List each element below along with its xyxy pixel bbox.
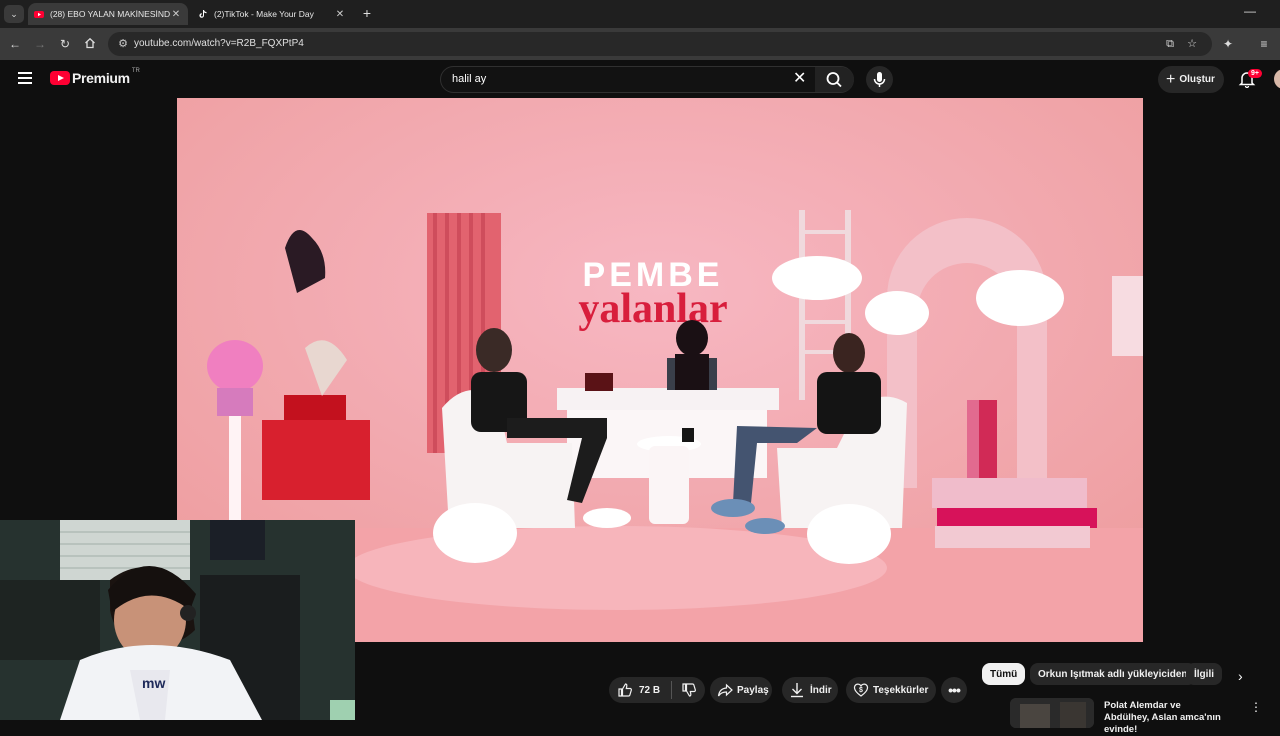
more-horizontal-icon: ••• [948,682,961,698]
share-label: Paylaş [737,684,769,696]
webcam-image: mw [0,520,355,720]
youtube-icon [34,11,44,18]
install-app-icon[interactable]: ⧉ [1163,37,1177,51]
forward-icon[interactable]: → [33,37,47,51]
minimize-window-icon[interactable]: — [1244,4,1256,18]
show-sign-bottom: yalanlar [578,286,727,332]
like-dislike-group: 72 B [609,677,705,703]
menu-icon[interactable] [18,72,32,84]
search-icon [826,72,842,88]
webcam-overlay: mw [0,520,355,720]
chevron-right-icon[interactable]: › [1238,668,1243,684]
download-label: İndir [810,684,832,696]
thanks-heart-icon: $ [853,683,869,697]
search-button[interactable] [815,67,854,92]
like-button[interactable]: 72 B [609,677,671,703]
url-text: youtube.com/watch?v=R2B_FQXPtP4 [134,38,304,49]
recommendation-title[interactable]: Polat Alemdar ve Abdülhey, Aslan amca'nı… [1104,700,1228,736]
extensions-icon[interactable]: ✦ [1221,37,1235,51]
thumbs-down-icon [681,683,696,697]
close-tab-icon[interactable]: ✕ [170,9,182,20]
tab-title: (2)TikTok - Make Your Day [214,9,314,19]
voice-search-button[interactable] [866,66,893,93]
search-box[interactable]: halil ay ✕ [440,66,854,93]
search-input[interactable]: halil ay [452,73,486,85]
close-tab-icon[interactable]: ✕ [334,9,346,20]
thumbs-up-icon [618,683,632,697]
chip-all[interactable]: Tümü [982,663,1026,685]
youtube-logo-icon [50,71,70,85]
address-bar[interactable]: ⚙ youtube.com/watch?v=R2B_FQXPtP4 ⧉ ☆ [108,32,1212,56]
create-label: Oluştur [1179,74,1215,85]
browser-menu-icon[interactable]: ≡ [1257,37,1271,51]
thanks-button[interactable]: $ Teşekkürler [846,677,936,703]
share-button[interactable]: Paylaş [710,677,772,703]
bookmark-star-icon[interactable]: ☆ [1185,37,1199,51]
share-icon [717,683,733,697]
browser-toolbar: ← → ↻ ⚙ youtube.com/watch?v=R2B_FQXPtP4 … [0,28,1280,60]
dislike-button[interactable] [672,677,705,703]
download-button[interactable]: İndir [782,677,838,703]
back-icon[interactable]: ← [8,37,22,51]
new-tab-button[interactable]: + [360,5,374,21]
avatar[interactable] [1274,69,1280,89]
tab-tiktok[interactable]: (2)TikTok - Make Your Day ✕ [192,3,352,25]
more-vertical-icon[interactable]: ⋮ [1250,700,1262,714]
clear-search-icon[interactable]: ✕ [793,71,806,87]
download-icon [791,683,803,698]
recommendation-thumbnail[interactable] [1010,698,1094,728]
tab-title: (28) EBO YALAN MAKİNESİNDE [50,9,170,19]
notification-count-badge: 9+ [1248,69,1262,78]
reload-icon[interactable]: ↻ [58,37,72,51]
home-icon[interactable] [83,37,97,51]
logo-text: Premium [72,70,130,86]
svg-text:$: $ [859,687,863,694]
tab-youtube[interactable]: (28) EBO YALAN MAKİNESİNDE ✕ [28,3,188,25]
tab-search-button[interactable]: ⌄ [4,5,24,23]
site-info-icon[interactable]: ⚙ [116,37,130,51]
svg-text:mw: mw [142,675,165,691]
chip-from-uploader[interactable]: Orkun Işıtmak adlı yükleyiciden [1030,663,1196,685]
like-count: 72 B [639,684,661,696]
youtube-logo[interactable]: Premium TR [50,68,140,86]
chip-related[interactable]: İlgili [1186,663,1222,685]
more-actions-button[interactable]: ••• [941,677,967,703]
tiktok-icon [199,10,207,18]
thanks-label: Teşekkürler [873,684,929,696]
browser-tab-bar: ⌄ (28) EBO YALAN MAKİNESİNDE ✕ (2)TikTok… [0,0,1280,28]
create-button[interactable]: + Oluştur [1158,66,1224,93]
youtube-masthead: Premium TR halil ay ✕ + Oluştur 9+ [0,60,1280,98]
country-code: TR [131,68,140,74]
microphone-icon [873,72,886,87]
plus-icon: + [1166,70,1176,88]
